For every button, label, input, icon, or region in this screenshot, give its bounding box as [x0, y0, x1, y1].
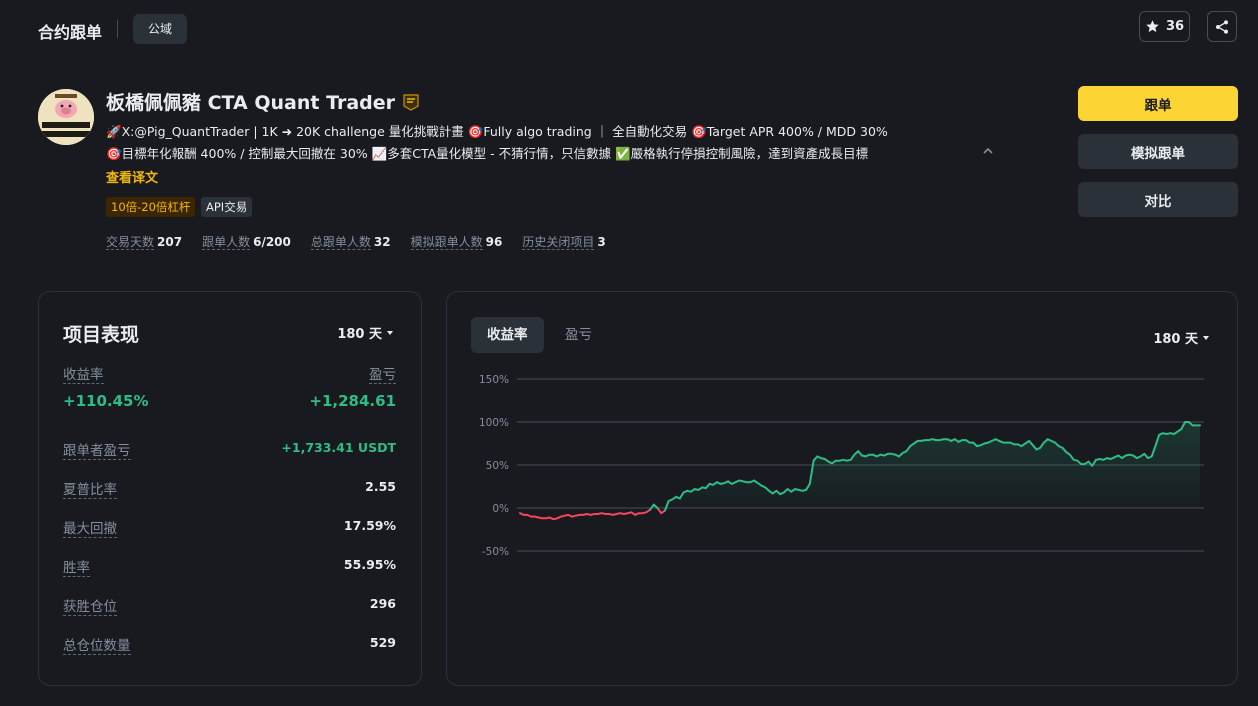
y-tick-label: 50% — [486, 460, 509, 472]
stat-closed-projects: 历史关闭项目 3 — [522, 233, 606, 250]
roi-value: +110.45% — [63, 392, 149, 410]
winning-positions-label[interactable]: 获胜仓位 — [63, 595, 117, 616]
stat-value: 32 — [373, 235, 391, 249]
bio-line-2: 🎯目標年化報酬 400% / 控制最大回撤在 30% 📈多套CTA量化模型 - … — [106, 146, 869, 161]
stat-label[interactable]: 模拟跟单人数 — [410, 235, 483, 250]
performance-card: 项目表现 180 天 收益率 盈亏 +110.45% +1,284.61 跟单者… — [38, 291, 422, 686]
caret-down-icon — [387, 330, 393, 335]
copier-pnl-value: +1,733.41 USDT — [281, 440, 396, 455]
follow-button[interactable]: 跟单 — [1078, 86, 1238, 121]
stat-label[interactable]: 交易天数 — [106, 235, 155, 250]
total-positions-value: 529 — [369, 635, 396, 650]
win-rate-value: 55.95% — [343, 557, 396, 572]
star-icon — [1146, 20, 1159, 33]
compare-button[interactable]: 对比 — [1078, 182, 1238, 217]
view-translation-link[interactable]: 查看译文 — [106, 167, 158, 186]
copier-pnl-label[interactable]: 跟单者盈亏 — [63, 439, 131, 460]
mock-follow-button[interactable]: 模拟跟单 — [1078, 134, 1238, 169]
stat-value: 207 — [157, 235, 183, 249]
roi-label[interactable]: 收益率 — [63, 363, 104, 384]
stat-trading-days: 交易天数 207 — [106, 233, 182, 250]
y-tick-label: -50% — [482, 546, 509, 558]
y-tick-label: 0% — [492, 503, 509, 515]
stat-copiers: 跟单人数 6/200 — [202, 233, 291, 250]
y-tick-label: 150% — [479, 374, 509, 386]
share-icon — [1216, 19, 1228, 34]
sharpe-label[interactable]: 夏普比率 — [63, 478, 117, 499]
roi-line-negative — [519, 507, 666, 521]
total-positions-label[interactable]: 总仓位数量 — [63, 634, 131, 655]
max-drawdown-label[interactable]: 最大回撤 — [63, 517, 117, 538]
y-tick-label: 100% — [479, 417, 509, 429]
top-bar: 合约跟单 公域 36 — [0, 0, 1258, 58]
leverage-tag: 10倍-20倍杠杆 — [106, 197, 196, 217]
api-trading-tag: API交易 — [201, 197, 253, 217]
winning-positions-value: 296 — [369, 596, 396, 611]
stat-mock-copiers: 模拟跟单人数 96 — [410, 233, 503, 250]
pig-avatar-icon — [38, 89, 94, 145]
stat-value: 6/200 — [253, 235, 291, 249]
avatar[interactable] — [38, 89, 94, 145]
roi-chart: 150% 100% 50% 0% -50% — [479, 374, 1204, 558]
pnl-label[interactable]: 盈亏 — [369, 363, 396, 384]
win-rate-label[interactable]: 胜率 — [63, 556, 90, 577]
trader-name-row: 板橋佩佩豬 CTA Quant Trader — [106, 88, 421, 115]
page-title: 合约跟单 — [38, 23, 103, 42]
divider — [117, 20, 118, 38]
sharpe-value: 2.55 — [365, 479, 396, 494]
stat-total-copiers: 总跟单人数 32 — [310, 233, 391, 250]
badge-icon — [403, 93, 419, 111]
trader-name: 板橋佩佩豬 CTA Quant Trader — [106, 92, 396, 114]
stat-label[interactable]: 总跟单人数 — [310, 235, 371, 250]
max-drawdown-value: 17.59% — [343, 518, 396, 533]
favorite-button[interactable]: 36 — [1139, 11, 1190, 42]
favorite-count: 36 — [1165, 19, 1185, 34]
period-select[interactable]: 180 天 — [337, 323, 393, 342]
stat-value: 96 — [485, 235, 503, 249]
domain-tab[interactable]: 公域 — [133, 14, 188, 44]
stat-label[interactable]: 历史关闭项目 — [522, 235, 595, 250]
chart-card: 收益率 盈亏 180 天 150% 100% 50% 0% -50% — [446, 291, 1238, 686]
stat-value: 3 — [597, 235, 606, 249]
trader-stats: 交易天数 207 跟单人数 6/200 总跟单人数 32 模拟跟单人数 96 历史关闭项… — [106, 233, 626, 250]
performance-title: 项目表现 — [63, 324, 140, 346]
pnl-value: +1,284.61 — [309, 392, 396, 410]
share-button[interactable] — [1207, 11, 1237, 42]
stat-label[interactable]: 跟单人数 — [202, 235, 251, 250]
bio-line-1: 🚀X:@Pig_QuantTrader | 1K ➜ 20K challenge… — [106, 124, 888, 139]
period-label: 180 天 — [337, 327, 382, 342]
chevron-up-icon[interactable] — [981, 144, 995, 158]
